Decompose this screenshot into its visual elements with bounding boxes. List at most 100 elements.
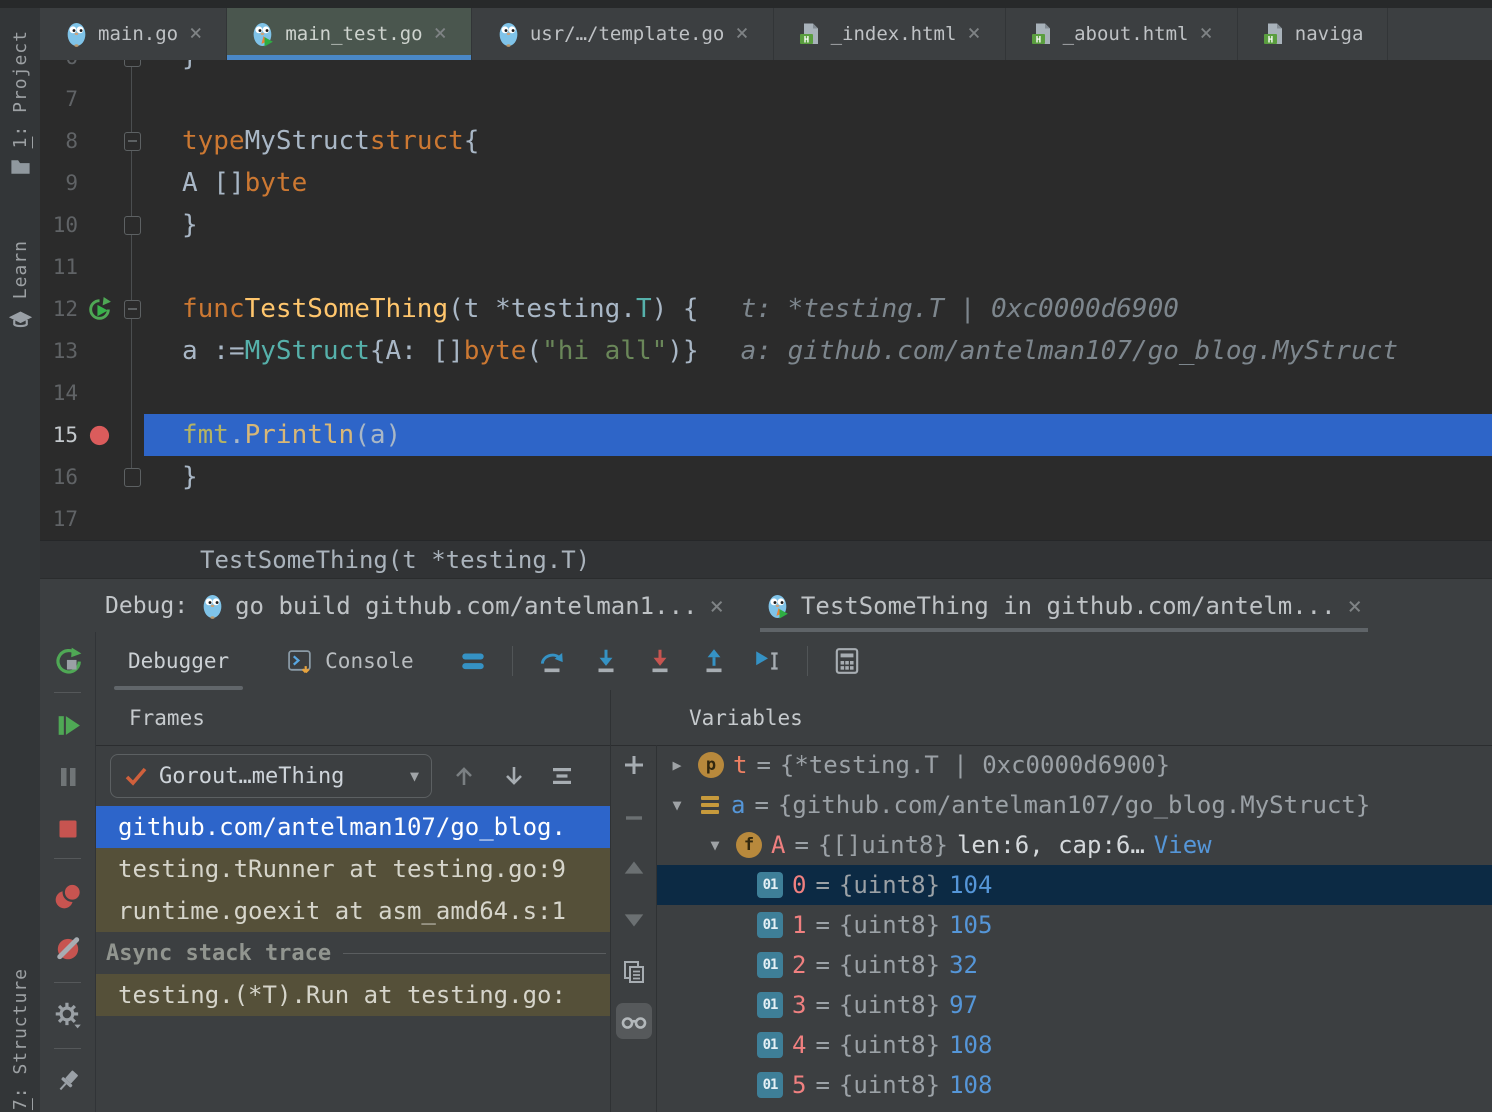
editor-tab-usr---template.go[interactable]: usr/…/template.go× <box>472 8 774 60</box>
variable-row[interactable]: 010={uint8}104 <box>657 865 1492 905</box>
close-icon[interactable]: × <box>967 23 980 45</box>
code-text[interactable] <box>144 78 1492 120</box>
equals-sign: = <box>794 831 808 859</box>
variable-row[interactable]: 011={uint8}105 <box>657 905 1492 945</box>
variable-row[interactable]: ▼a={github.com/antelman107/go_blog.MyStr… <box>657 785 1492 825</box>
collapse-arrow-icon[interactable]: ▼ <box>703 836 727 854</box>
down-icon[interactable] <box>498 760 530 792</box>
variable-name: 1 <box>792 911 806 939</box>
up-icon[interactable] <box>448 760 480 792</box>
settings-icon[interactable] <box>49 996 87 1034</box>
variable-type: {uint8} <box>839 871 940 899</box>
resume-icon[interactable] <box>49 706 87 744</box>
debug-session-tab[interactable]: TestSomeThing in github.com/antelm...× <box>766 579 1362 633</box>
variable-row[interactable]: 015={uint8}108 <box>657 1065 1492 1105</box>
fold-marker-icon[interactable] <box>124 60 141 67</box>
line-number: 10 <box>40 213 78 237</box>
code-text[interactable] <box>144 246 1492 288</box>
editor-tab-label: main_test.go <box>285 23 422 45</box>
variable-row[interactable]: 014={uint8}108 <box>657 1025 1492 1065</box>
step-out-icon[interactable] <box>699 646 729 676</box>
goroutine-selector[interactable]: Gorout…meThing ▼ <box>110 754 432 798</box>
fold-marker-icon[interactable] <box>124 468 141 487</box>
line-number: 14 <box>40 381 78 405</box>
close-icon[interactable]: × <box>735 23 748 45</box>
svg-text:H: H <box>803 36 808 46</box>
evaluate-expression-icon[interactable] <box>832 646 862 676</box>
toolwindow-button-learn[interactable]: Learn <box>8 240 33 331</box>
pause-icon[interactable] <box>49 758 87 796</box>
editor-tab-_about.html[interactable]: H_about.html× <box>1006 8 1238 60</box>
move-down-icon[interactable] <box>616 902 652 938</box>
breakpoint-icon[interactable] <box>88 424 111 447</box>
show-execution-point-icon[interactable] <box>458 646 488 676</box>
view-link[interactable]: View <box>1154 831 1212 859</box>
stack-frame-row[interactable]: runtime.goexit at asm_amd64.s:1 <box>96 890 610 932</box>
html-file-icon: H <box>1262 22 1286 46</box>
close-icon[interactable]: × <box>189 23 202 45</box>
equals-sign: = <box>815 951 829 979</box>
editor-tab-_index.html[interactable]: H_index.html× <box>774 8 1006 60</box>
expand-arrow-icon[interactable]: ▶ <box>665 756 689 774</box>
add-watch-icon[interactable] <box>616 747 652 783</box>
code-text[interactable] <box>144 498 1492 540</box>
code-text[interactable]: a := MyStruct{A: []byte("hi all")}a: git… <box>144 330 1492 372</box>
breadcrumb[interactable]: TestSomeThing(t *testing.T) <box>200 546 590 574</box>
stack-frame-row[interactable]: testing.tRunner at testing.go:9 <box>96 848 610 890</box>
variable-row[interactable]: 012={uint8}32 <box>657 945 1492 985</box>
tab-debugger[interactable]: Debugger <box>114 632 243 690</box>
fold-marker-icon[interactable] <box>124 216 141 235</box>
code-line-14: 14 <box>40 372 1492 414</box>
code-text[interactable] <box>144 372 1492 414</box>
hide-frames-icon[interactable] <box>546 760 578 792</box>
remove-watch-icon[interactable] <box>616 800 652 836</box>
close-icon[interactable]: × <box>709 594 723 618</box>
code-text[interactable]: A []byte <box>144 162 1492 204</box>
breadcrumb-bar: TestSomeThing(t *testing.T) <box>40 540 1492 578</box>
line-number: 17 <box>40 507 78 531</box>
show-watches-icon[interactable] <box>616 1003 652 1039</box>
variable-type: {[]uint8} <box>818 831 948 859</box>
fold-marker-icon[interactable] <box>124 300 141 319</box>
code-text[interactable]: } <box>144 60 1492 78</box>
debug-session-tab[interactable]: go build github.com/antelman1...× <box>200 579 724 633</box>
variable-value: 108 <box>949 1071 992 1099</box>
code-text[interactable]: } <box>144 204 1492 246</box>
stack-frame-row[interactable]: testing.(*T).Run at testing.go: <box>96 974 610 1016</box>
close-icon[interactable]: × <box>1348 594 1362 618</box>
duplicate-icon[interactable] <box>616 954 652 990</box>
stop-icon[interactable] <box>49 810 87 848</box>
variable-row[interactable]: ▶pt={*testing.T | 0xc0000d6900} <box>657 745 1492 785</box>
pin-icon[interactable] <box>49 1062 87 1100</box>
toolwindow-button-structure[interactable]: 7: Structure <box>10 968 31 1110</box>
toolwindow-button-project[interactable]: 1: Project <box>9 30 32 178</box>
view-breakpoints-icon[interactable] <box>49 877 87 915</box>
step-into-icon[interactable] <box>591 646 621 676</box>
editor-tab-naviga[interactable]: Hnaviga <box>1238 8 1389 60</box>
close-icon[interactable]: × <box>434 23 447 45</box>
code-text[interactable]: func TestSomeThing(t *testing.T) {t: *te… <box>144 288 1492 330</box>
rerun-icon[interactable] <box>49 642 87 680</box>
variable-row[interactable]: ▼fA={[]uint8}len:6, cap:6…View <box>657 825 1492 865</box>
toolbar-separator <box>54 1048 81 1049</box>
array-element-badge-icon: 01 <box>757 1072 783 1098</box>
code-text[interactable]: } <box>144 456 1492 498</box>
tab-console[interactable]: Console <box>271 632 428 690</box>
stack-frame-row[interactable]: github.com/antelman107/go_blog. <box>96 806 610 848</box>
mute-breakpoints-icon[interactable] <box>49 929 87 967</box>
equals-sign: = <box>815 991 829 1019</box>
editor-tab-main.go[interactable]: main.go× <box>40 8 227 60</box>
collapse-arrow-icon[interactable]: ▼ <box>665 796 689 814</box>
code-text[interactable]: fmt.Println(a) <box>144 414 1492 456</box>
fold-marker-icon[interactable] <box>124 132 141 151</box>
code-text[interactable]: type MyStruct struct { <box>144 120 1492 162</box>
force-step-into-icon[interactable] <box>645 646 675 676</box>
move-up-icon[interactable] <box>616 850 652 886</box>
run-test-icon[interactable] <box>86 296 113 323</box>
close-icon[interactable]: × <box>1200 23 1213 45</box>
variable-row[interactable]: 013={uint8}97 <box>657 985 1492 1025</box>
editor-tab-main_test.go[interactable]: main_test.go × <box>227 8 472 60</box>
code-editor[interactable]: 6}78type MyStruct struct {9 A []byte10}1… <box>40 60 1492 540</box>
step-over-icon[interactable] <box>537 646 567 676</box>
run-to-cursor-icon[interactable] <box>753 646 783 676</box>
